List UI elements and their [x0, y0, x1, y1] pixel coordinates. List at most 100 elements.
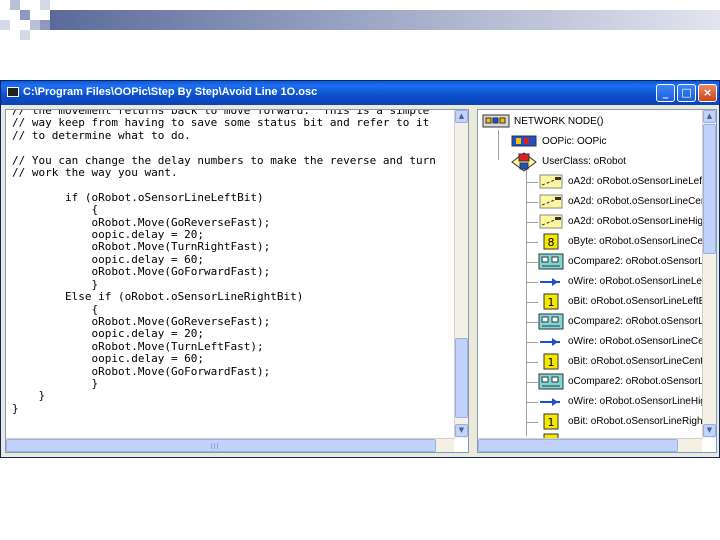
maximize-button[interactable]: □	[677, 84, 696, 102]
tree-item-label: oA2d: oRobot.oSensorLineCenter	[568, 196, 717, 207]
compare-icon	[538, 373, 564, 390]
tree-item-label: oA2d: oRobot.oSensorLineLeft	[568, 176, 705, 187]
tree-connector	[526, 422, 538, 423]
code-line: // You can change the delay numbers to m…	[12, 153, 436, 167]
svg-text:8: 8	[548, 236, 555, 249]
code-line: }	[91, 376, 99, 390]
deco-square-5	[40, 0, 50, 10]
tree-connector	[526, 362, 538, 363]
tree-vertical-scrollbar[interactable]: ▲ ▼	[702, 110, 716, 438]
deco-square-7	[40, 20, 50, 30]
tree-connector	[526, 182, 538, 183]
tree-item-label: oWire: oRobot.oSensorLineCenter	[568, 336, 717, 347]
hscroll-thumb[interactable]	[478, 439, 678, 452]
wire-icon	[540, 278, 560, 286]
code-line: oopic.delay = 60;	[91, 352, 205, 366]
editor-window: C:\Program Files\OOPic\Step By Step\Avoi…	[0, 80, 720, 458]
scroll-down-arrow[interactable]: ▼	[703, 424, 716, 437]
hscroll-grip	[217, 443, 218, 449]
tree-item-label: oWire: oRobot.oSensorLineLeft	[568, 276, 708, 287]
tree-connector	[526, 166, 527, 436]
tree-item-label: oWire: oRobot.oSensorLineHigh	[568, 396, 712, 407]
code-line: oopic.delay = 20;	[91, 228, 205, 242]
deco-square-6	[20, 30, 30, 40]
a2d-icon	[539, 214, 563, 229]
wire-icon	[540, 338, 560, 346]
tree-connector	[526, 382, 538, 383]
bit-icon: 1	[543, 293, 559, 310]
deco-square-2	[20, 10, 30, 20]
code-line: oRobot.Move(TurnRightFast);	[91, 240, 271, 254]
app-icon	[7, 87, 19, 97]
tree-item-label: oBit: oRobot.oSensorLineLeftBit	[568, 296, 711, 307]
wire-icon	[540, 398, 560, 406]
tree-item-label: oByte: oRobot.oSensorLineCenter	[568, 236, 717, 247]
compare-icon	[538, 253, 564, 270]
compare-icon	[538, 313, 564, 330]
title-bar[interactable]: C:\Program Files\OOPic\Step By Step\Avoi…	[1, 81, 719, 105]
code-line: {	[91, 203, 99, 217]
bit-icon: 1	[543, 413, 559, 430]
code-line: Else if (oRobot.oSensorLineRightBit)	[64, 290, 304, 304]
code-line: {	[91, 302, 99, 316]
byte-icon: 8	[543, 233, 559, 250]
minimize-button[interactable]: _	[656, 84, 675, 102]
code-line: oRobot.Move(GoReverseFast);	[91, 215, 271, 229]
code-line: }	[91, 277, 99, 291]
window-title: C:\Program Files\OOPic\Step By Step\Avoi…	[23, 86, 318, 98]
code-line: // to determine what to do.	[12, 128, 191, 142]
bit-icon: 1	[543, 353, 559, 370]
code-editor[interactable]: // the movement returns back to move for…	[5, 109, 469, 453]
hscroll-grip	[214, 443, 215, 449]
hscroll-grip	[211, 443, 212, 449]
userclass-icon	[511, 152, 537, 172]
code-line: // work the way you want.	[12, 166, 178, 180]
tree-connector	[526, 322, 538, 323]
deco-square-3	[30, 20, 40, 30]
code-line: oRobot.Move(GoForwardFast);	[91, 265, 271, 279]
scroll-up-arrow[interactable]: ▲	[703, 110, 716, 123]
code-line: }	[38, 389, 46, 403]
tree-connector	[526, 402, 538, 403]
tree-connector	[526, 202, 538, 203]
deco-square-4	[0, 20, 10, 30]
code-horizontal-scrollbar[interactable]	[6, 438, 454, 452]
close-button[interactable]: ×	[698, 84, 717, 102]
code-text[interactable]: // the movement returns back to move for…	[12, 110, 436, 415]
scroll-thumb[interactable]	[703, 124, 716, 254]
tree-connector	[526, 342, 538, 343]
tree-item-label: oBit: oRobot.oSensorLineRightB	[568, 416, 712, 427]
svg-text:1: 1	[548, 296, 555, 309]
deco-square-1	[10, 0, 20, 10]
code-line: oopic.delay = 20;	[91, 327, 205, 341]
svg-text:1: 1	[548, 416, 555, 429]
tree-node-label: NETWORK NODE()	[514, 116, 604, 127]
scroll-down-arrow[interactable]: ▼	[455, 424, 468, 437]
code-line: oRobot.Move(GoForwardFast);	[91, 364, 271, 378]
tree-item-label: oCompare2: oRobot.oSensorLine	[568, 316, 717, 327]
deco-gradient-band	[50, 10, 720, 30]
object-tree[interactable]: NETWORK NODE() OOPic: OOPic UserClass: o…	[477, 109, 717, 453]
tree-item-label: oBit: oRobot.oSensorLineCenter	[568, 356, 712, 367]
tree-item-label: oCompare2: oRobot.oSensorLine	[568, 376, 717, 387]
tree-connector	[526, 262, 538, 263]
code-line: oopic.delay = 60;	[91, 252, 205, 266]
code-line: oRobot.Move(GoReverseFast);	[91, 314, 271, 328]
network-icon	[482, 114, 510, 128]
tree-connector	[526, 282, 538, 283]
tree-node-label: OOPic: OOPic	[542, 136, 607, 147]
tree-item-label: oCompare2: oRobot.oSensorLine	[568, 256, 717, 267]
tree-connector	[526, 242, 538, 243]
scroll-up-arrow[interactable]: ▲	[455, 110, 468, 123]
hscroll-thumb[interactable]	[6, 439, 436, 452]
code-vertical-scrollbar[interactable]: ▲ ▼	[454, 110, 468, 438]
code-line: oRobot.Move(TurnLeftFast);	[91, 339, 264, 353]
scroll-thumb[interactable]	[455, 338, 468, 418]
oopic-icon	[511, 135, 537, 147]
tree-horizontal-scrollbar[interactable]	[478, 438, 702, 452]
a2d-icon	[539, 194, 563, 209]
tree-connector	[526, 302, 538, 303]
a2d-icon	[539, 174, 563, 189]
code-line: }	[12, 401, 19, 415]
svg-text:1: 1	[548, 356, 555, 369]
